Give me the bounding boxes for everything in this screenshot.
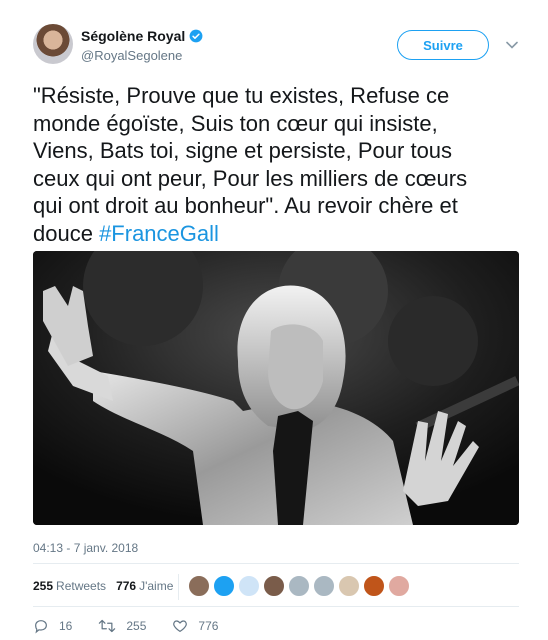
chevron-down-icon[interactable] — [505, 38, 519, 52]
verified-badge-icon — [189, 29, 203, 43]
liker-avatar[interactable] — [363, 575, 385, 597]
divider — [33, 606, 519, 607]
retweets-stat[interactable]: 255 Retweets — [33, 579, 106, 593]
like-count: 776 — [198, 619, 219, 633]
retweet-count: 255 — [126, 619, 147, 633]
liker-avatar[interactable] — [213, 575, 235, 597]
retweets-label: Retweets — [56, 579, 107, 593]
liker-avatar[interactable] — [313, 575, 335, 597]
likes-stat[interactable]: 776 J'aime — [116, 579, 173, 593]
tweet-photo[interactable] — [33, 251, 519, 525]
liker-avatar[interactable] — [388, 575, 410, 597]
tweet-header: Ségolène Royal @RoyalSegolene Suivre — [33, 24, 523, 70]
reply-action[interactable]: 16 — [33, 618, 72, 634]
liker-avatar[interactable] — [338, 575, 360, 597]
tweet-stats: 255 Retweets 776 J'aime — [33, 570, 183, 602]
heart-icon — [173, 620, 188, 633]
reply-count: 16 — [59, 619, 73, 633]
liker-avatar[interactable] — [263, 575, 285, 597]
user-name-row[interactable]: Ségolène Royal — [81, 28, 203, 44]
tweet-text: "Résiste, Prouve que tu existes, Refuse … — [33, 82, 523, 247]
liker-avatar[interactable] — [288, 575, 310, 597]
follow-button[interactable]: Suivre — [397, 30, 489, 60]
stats-separator — [178, 574, 179, 600]
retweet-icon — [99, 619, 116, 633]
liker-avatar[interactable] — [238, 575, 260, 597]
photo-image — [33, 251, 519, 525]
like-action[interactable]: 776 — [172, 618, 218, 634]
display-name[interactable]: Ségolène Royal — [81, 28, 185, 44]
likes-label: J'aime — [139, 579, 174, 593]
avatar[interactable] — [33, 24, 73, 64]
divider — [33, 563, 519, 564]
tweet-timestamp[interactable]: 04:13 - 7 janv. 2018 — [33, 541, 138, 555]
reply-icon — [35, 620, 47, 634]
user-handle[interactable]: @RoyalSegolene — [81, 48, 182, 63]
retweet-action[interactable]: 255 — [98, 618, 146, 634]
retweets-count: 255 — [33, 579, 54, 593]
likes-count: 776 — [116, 579, 137, 593]
tweet-actions: 16 255 776 — [33, 618, 244, 634]
hashtag-link[interactable]: #FranceGall — [99, 221, 219, 246]
liker-avatar[interactable] — [188, 575, 210, 597]
liker-avatars — [188, 575, 413, 597]
